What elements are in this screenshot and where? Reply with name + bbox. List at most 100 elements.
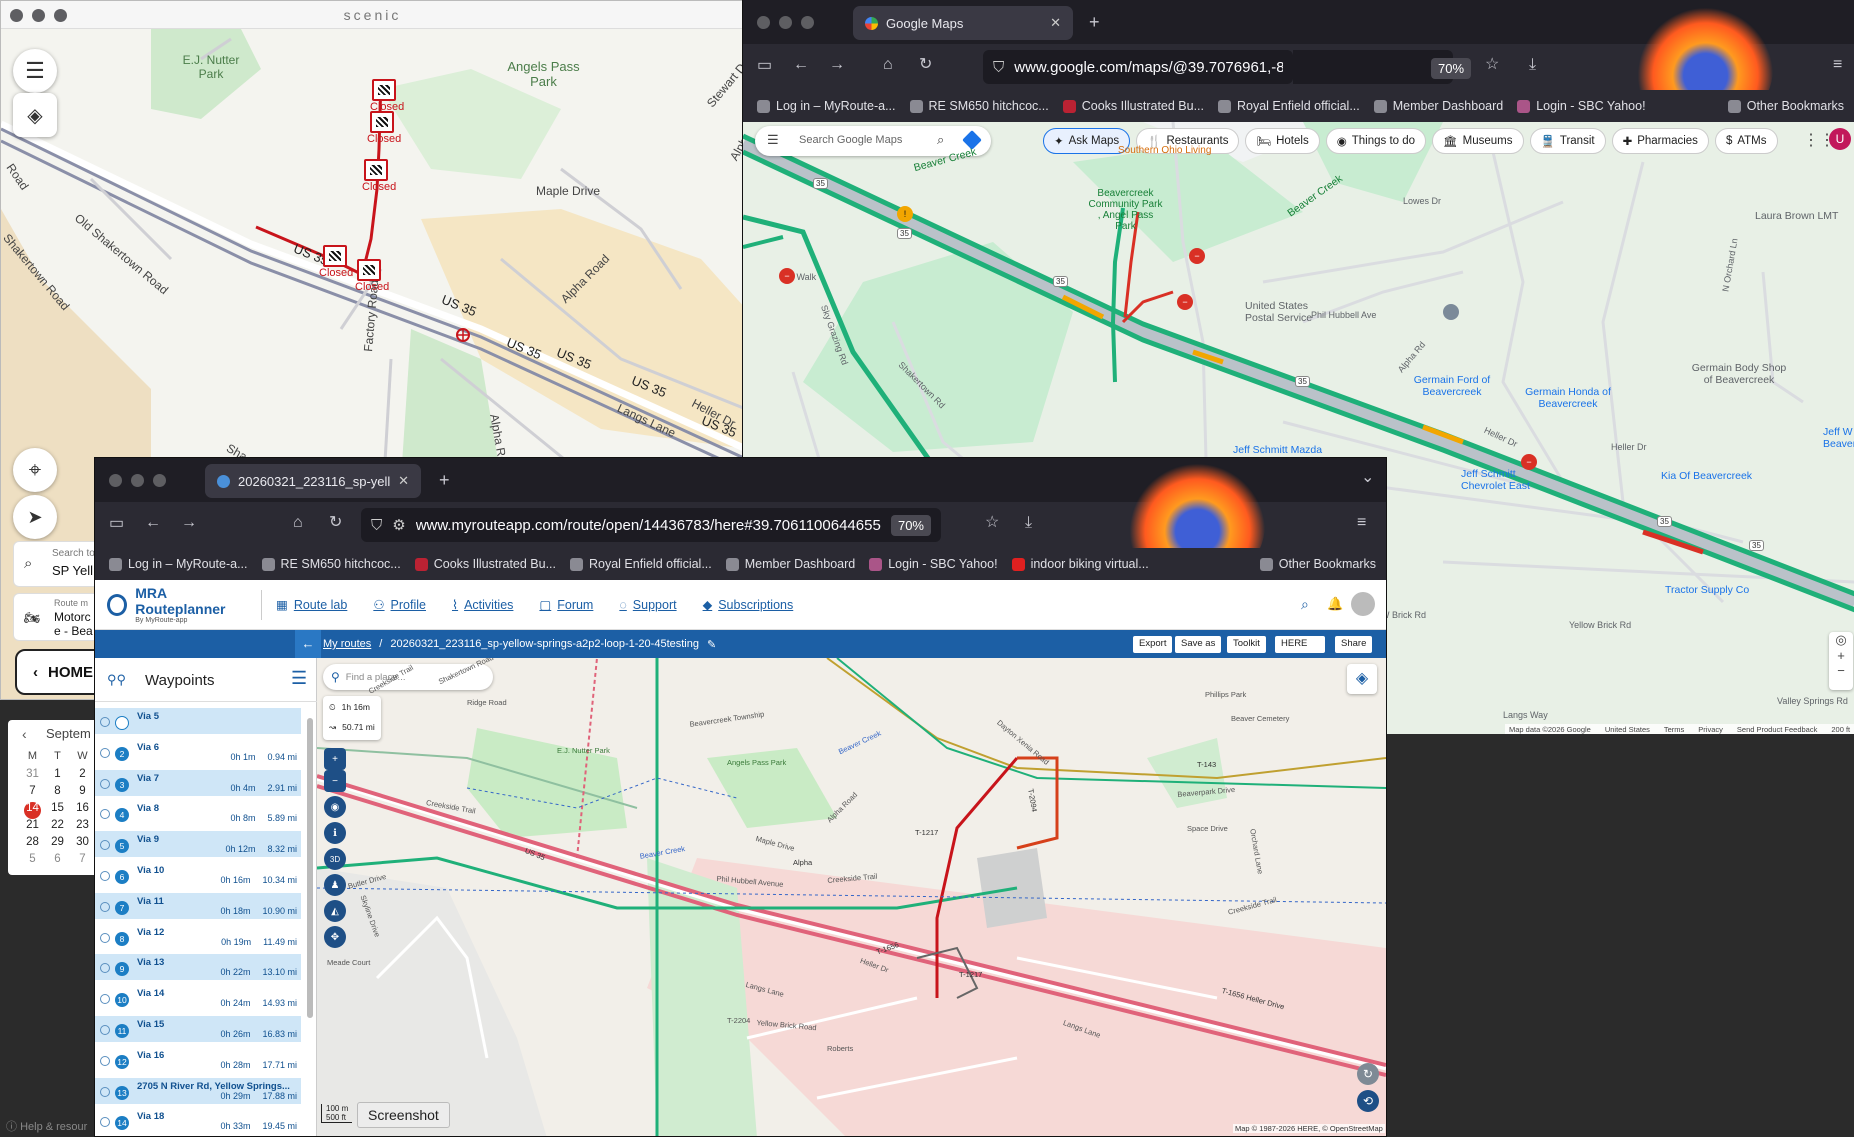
edit-icon[interactable]: ✎ [707,638,716,651]
layers-button[interactable]: ◈ [13,93,57,137]
route-map[interactable]: ⚲ Find a place... ⏲ 1h 16m ↝ 50.71 mi + − … [317,658,1386,1136]
calendar-day[interactable]: 29 [45,836,70,853]
waypoint-row[interactable]: 5 Via 9 0h 12m 8.32 mi [95,831,301,858]
export-button[interactable]: Export [1133,636,1173,653]
info-icon[interactable]: ℹ [324,822,346,844]
bookmark[interactable]: Cooks Illustrated Bu... [414,557,556,571]
chip-transit[interactable]: 🚆 Transit [1529,128,1606,154]
locate-button[interactable]: ⌖ [13,448,57,492]
zoom-out-icon[interactable]: − [1829,663,1853,678]
sidebar-icon[interactable]: ▭ [109,516,124,532]
waypoint-row[interactable]: 2 Via 6 0h 1m 0.94 mi [95,739,301,765]
incident-pin[interactable]: ! [897,206,913,222]
street-view-icon[interactable]: ♟ [324,874,346,896]
waypoint-drag-handle[interactable] [100,1055,110,1066]
calendar-day[interactable]: 31 [20,768,45,785]
waypoint-drag-handle[interactable] [100,778,110,789]
waypoint-row[interactable]: 13 2705 N River Rd, Yellow Springs... 0h 2… [95,1077,301,1104]
nav-route-lab[interactable]: ▦ Route lab [276,597,347,613]
search-icon[interactable]: ⌕ [1301,596,1309,613]
closure-pin[interactable]: − [1189,248,1205,264]
forward-icon[interactable]: → [829,57,845,73]
closure-icon[interactable] [370,111,394,133]
bookmark[interactable]: Log in – MyRoute-a... [757,99,896,113]
calendar-day[interactable]: 23 [70,819,95,836]
waypoint-row[interactable]: 7 Via 11 0h 18m 10.90 mi [95,892,301,919]
tab-google-maps[interactable]: Google Maps ✕ [853,6,1073,40]
waypoint-drag-handle[interactable] [100,747,110,758]
waypoint-drag-handle[interactable] [100,871,110,881]
closure-pin[interactable]: − [1521,454,1537,470]
navigate-button[interactable]: ➤ [13,495,57,539]
reload-icon[interactable]: ↻ [919,57,932,73]
waypoint-row[interactable]: 11 Via 15 0h 26m 16.83 mi [95,1016,301,1042]
bookmark[interactable]: Cooks Illustrated Bu... [1062,99,1204,113]
bookmark[interactable]: Login - SBC Yahoo! [1517,99,1646,113]
calendar-day[interactable]: 7 [70,853,95,870]
download-icon[interactable]: ⤓ [1529,57,1536,73]
waypoint-drag-handle[interactable] [100,840,110,851]
calendar-day[interactable]: 7 [20,785,45,802]
waypoint-row[interactable]: 10 Via 14 0h 24m 14.93 mi [95,985,301,1011]
place-laura[interactable]: Laura Brown LMT [1755,210,1838,222]
scenic-search-box[interactable]: ⌕ Search to SP Yell [13,541,103,587]
calendar-day[interactable]: 28 [20,836,45,853]
menu-icon[interactable]: ≡ [1357,515,1366,531]
usps-pin[interactable] [1443,304,1459,320]
bookmark[interactable]: Member Dashboard [1373,99,1503,113]
tab-mra-route[interactable]: 20260321_223116_sp-yellow-s ✕ [205,464,421,498]
back-icon[interactable]: ← [145,515,161,531]
bookmark[interactable]: Log in – MyRoute-a... [109,557,248,571]
3d-button[interactable]: 3D [324,848,346,870]
menu-button[interactable]: ☰ [13,49,57,93]
waypoint-row[interactable]: 4 Via 8 0h 8m 5.89 mi [95,800,301,826]
bookmark-star-icon[interactable]: ☆ [985,515,999,531]
bookmark[interactable]: Royal Enfield official... [570,557,712,571]
waypoint-drag-handle[interactable] [100,932,110,943]
menu-icon[interactable]: ≡ [1833,57,1842,73]
waypoint-drag-handle[interactable] [100,1025,110,1035]
place-jeff[interactable]: Jeff W Beavercreek [1823,426,1854,450]
place-southern[interactable]: Southern Ohio Living [1118,145,1211,156]
chip-atms[interactable]: $ ATMs [1714,128,1778,154]
closure-icon[interactable] [323,245,347,267]
closure-pin[interactable]: − [779,268,795,284]
waypoint-drag-handle[interactable] [100,994,110,1005]
footer-feedback[interactable]: Send Product Feedback [1737,725,1817,734]
place-germain-body[interactable]: Germain Body Shop of Beavercreek [1689,362,1789,386]
footer-privacy[interactable]: Privacy [1698,725,1723,734]
waypoint-drag-handle[interactable] [100,901,110,912]
calendar-day[interactable]: 22 [45,819,70,836]
poi-icon[interactable]: ◉ [324,796,346,818]
waypoint-row[interactable]: 3 Via 7 0h 4m 2.91 mi [95,769,301,796]
waypoint-row[interactable]: 14 Via 18 0h 33m 19.45 mi [95,1108,301,1134]
closure-pin[interactable]: − [1177,294,1193,310]
chip-hotels[interactable]: 🛏 Hotels [1245,128,1320,154]
waypoint-row[interactable]: 6 Via 10 0h 16m 10.34 mi [95,862,301,888]
elevation-icon[interactable]: ◭ [324,900,346,922]
calendar-day[interactable]: 2 [70,768,95,785]
close-icon[interactable]: ✕ [1050,15,1061,31]
waypoint-row[interactable]: 9 Via 13 0h 22m 13.10 mi [95,954,301,981]
chip-pharmacies[interactable]: ✚ Pharmacies [1611,128,1709,154]
mra-logo[interactable]: MRA Routeplanner By MyRoute-app [107,585,247,624]
compass-icon[interactable]: ✥ [324,926,346,948]
hamburger-icon[interactable]: ☰ [767,132,779,148]
avatar[interactable]: U [1829,128,1851,150]
forward-icon[interactable]: → [181,515,197,531]
calendar-day[interactable]: 16 [70,802,95,819]
bookmark[interactable]: RE SM650 hitchcoc... [261,557,401,571]
calendar-day[interactable]: 8 [45,785,70,802]
home-button[interactable]: ‹ HOME [15,649,105,695]
bookmark[interactable]: Member Dashboard [725,557,855,571]
other-bookmarks[interactable]: Other Bookmarks [1727,99,1844,113]
bookmark[interactable]: indoor biking virtual... [1011,557,1149,571]
calendar-day[interactable]: 21 [20,819,45,836]
place-germain-ford[interactable]: Germain Ford of Beavercreek [1407,374,1497,398]
chevron-down-icon[interactable]: ⌄ [1361,470,1374,486]
chip-museums[interactable]: 🏛 Museums [1432,128,1524,154]
rotate-button[interactable]: ⟲ [1357,1090,1379,1112]
bookmark[interactable]: Login - SBC Yahoo! [869,557,998,571]
waypoint-drag-handle[interactable] [100,1086,110,1097]
footer-terms[interactable]: Terms [1664,725,1684,734]
